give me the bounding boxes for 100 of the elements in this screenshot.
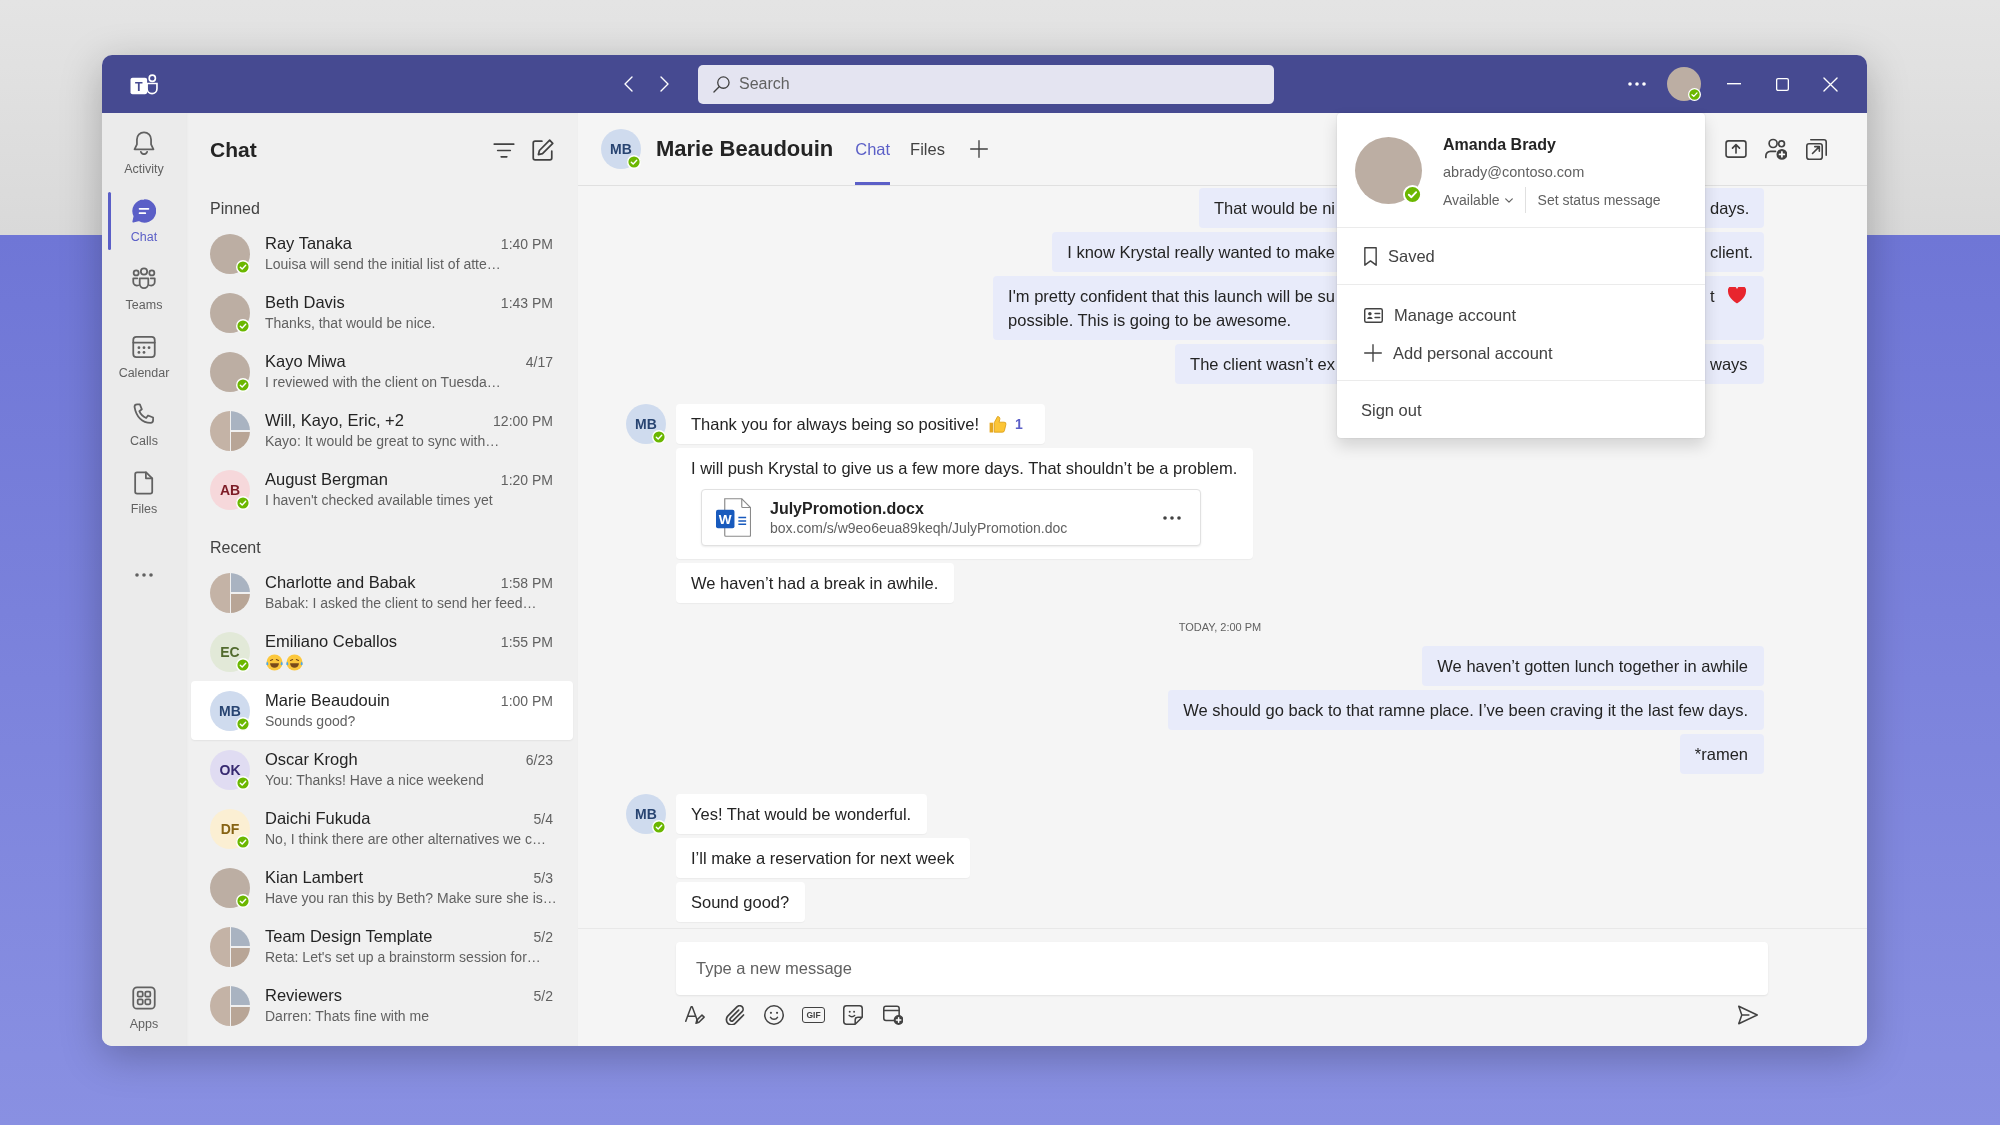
- nav-tab[interactable]: Chat: [102, 190, 186, 258]
- message-text: We haven’t had a break in awhile.: [691, 573, 939, 594]
- chat-list-item[interactable]: AB August Bergman 1:20 PM I haven't checked available times yet: [191, 460, 573, 519]
- maximize-icon: [1775, 77, 1789, 91]
- chat-list-item[interactable]: Reviewers 5/2 Darren: Thats fine with me: [191, 976, 573, 1035]
- avatar-photo-placeholder: [210, 233, 250, 274]
- message-time: 6/23: [525, 751, 553, 770]
- file-attachment-card[interactable]: W JulyPromotion.docx box.com/s/w9eo6eua89keqh/JulyPromotion.doc: [701, 489, 1201, 546]
- app-grid-icon: [132, 986, 156, 1010]
- chat-list-item[interactable]: Kayo Miwa 4/17 I reviewed with the client on Tuesda…: [191, 342, 573, 401]
- tab[interactable]: Chat: [855, 113, 891, 185]
- group-photo-placeholder: [210, 926, 250, 967]
- group-photo-placeholder: [210, 572, 250, 613]
- avatar-photo-placeholder: [210, 351, 250, 392]
- message-preview: Reta: Let's set up a brainstorm session for…: [265, 948, 541, 967]
- nav-tab[interactable]: Files: [102, 462, 186, 530]
- menu-item[interactable]: Sign out: [1337, 391, 1705, 429]
- calendar-add-icon: [882, 1005, 903, 1025]
- bell-icon: [132, 131, 156, 155]
- menu-item[interactable]: Saved: [1337, 237, 1705, 275]
- message-text: That would be ni: [1213, 198, 1335, 219]
- tab[interactable]: Files: [910, 113, 945, 185]
- people-icon: [132, 267, 156, 291]
- message-time: 1:43 PM: [500, 294, 553, 313]
- section-label: Recent: [210, 538, 261, 558]
- set-status-button[interactable]: Set status message: [1537, 192, 1661, 208]
- message-input[interactable]: Type a new message: [676, 942, 1768, 995]
- search-field[interactable]: Search: [698, 64, 1274, 104]
- menu-item[interactable]: Manage account: [1337, 296, 1705, 334]
- message-text: I'm pretty confident that this launch will be su possible. This is going to be awesome.: [1008, 286, 1335, 331]
- menu-item[interactable]: Add personal account: [1337, 334, 1705, 372]
- avatar-photo-placeholder: [210, 292, 250, 333]
- message-time: 12:00 PM: [493, 412, 553, 431]
- document-icon: [132, 471, 156, 495]
- gif-button[interactable]: GIF: [802, 1007, 825, 1023]
- contact-card-icon: [1364, 307, 1383, 323]
- initials-avatar: AB: [210, 469, 250, 510]
- calendar-icon: [132, 335, 156, 359]
- filter-icon: [493, 142, 515, 158]
- message-time: 5/4: [533, 810, 553, 829]
- file-path: box.com/s/w9eo6eua89keqh/JulyPromotion.doc: [770, 519, 1068, 537]
- nav-tab[interactable]: Activity: [102, 122, 186, 190]
- reaction-count: 1: [1015, 415, 1023, 434]
- chat-list-item[interactable]: Ray Tanaka 1:40 PM Louisa will send the initial list of atte…: [191, 224, 573, 283]
- message-text: The client wasn’t ex: [1190, 354, 1335, 375]
- contact-name: Kayo Miwa: [265, 351, 346, 372]
- message-text: Thank you for always being so positive!: [691, 414, 979, 435]
- search-icon: [713, 75, 730, 93]
- group-photo-placeholder: [210, 410, 250, 451]
- message-preview: Sounds good?: [265, 712, 356, 731]
- text-pen-icon: [685, 1005, 705, 1025]
- message-preview: I reviewed with the client on Tuesda…: [265, 373, 501, 392]
- send-icon: [1738, 1005, 1758, 1025]
- contact-name: Marie Beaudouin: [656, 136, 834, 162]
- message-text: We should go back to that ramne place. I’ve been craving it the last few days.: [1183, 701, 1748, 719]
- message-text: days.: [1710, 198, 1750, 219]
- message-time: 4/17: [525, 353, 553, 372]
- nav-tab[interactable]: Calls: [102, 394, 186, 462]
- chat-list-item[interactable]: Charlotte and Babak 1:58 PM Babak: I asked the client to send her feed…: [191, 563, 573, 622]
- app-logo: T: [130, 73, 158, 95]
- contact-name: Beth Davis: [265, 292, 345, 313]
- chevron-left-icon: [623, 76, 633, 92]
- more-icon: [135, 573, 153, 577]
- nav-tab[interactable]: Calendar: [102, 326, 186, 394]
- contact-name: Team Design Template: [265, 926, 433, 947]
- message-text: t: [1710, 286, 1715, 307]
- chat-list-item[interactable]: Team Design Template 5/2 Reta: Let's set up a brainstorm session for…: [191, 917, 573, 976]
- compose-icon: [532, 139, 554, 161]
- message-text: I know Krystal really wanted to make: [1067, 242, 1335, 263]
- status-dropdown[interactable]: Available: [1443, 192, 1513, 208]
- heart-icon: [1727, 287, 1746, 304]
- message-preview: Louisa will send the initial list of atte…: [265, 255, 501, 274]
- initials-avatar: MB: [210, 690, 250, 731]
- contact-name: Oscar Krogh: [265, 749, 358, 770]
- plus-icon: [1364, 344, 1382, 362]
- message-preview: No, I think there are other alternatives we c…: [265, 830, 546, 849]
- paperclip-icon: [724, 1005, 745, 1025]
- chat-list-item[interactable]: MB Marie Beaudouin 1:00 PM Sounds good?: [191, 681, 573, 740]
- avatar-photo-placeholder: [210, 867, 250, 908]
- chat-list-item[interactable]: EC Emiliano Ceballos 1:55 PM: [191, 622, 573, 681]
- plus-icon: [969, 140, 988, 158]
- chat-list-item[interactable]: DF Daichi Fukuda 5/4 No, I think there are other alternatives we c…: [191, 799, 573, 858]
- nav-tab[interactable]: Teams: [102, 258, 186, 326]
- message-time: 5/3: [533, 869, 553, 888]
- chat-bubble-icon: [132, 199, 156, 223]
- nav-tab[interactable]: Apps: [102, 977, 186, 1045]
- chat-list-item[interactable]: Will, Kayo, Eric, +2 12:00 PM Kayo: It would be great to sync with…: [191, 401, 573, 460]
- contact-name: Charlotte and Babak: [265, 572, 416, 593]
- person-add-icon: [1765, 138, 1787, 160]
- message-time: 1:20 PM: [500, 471, 553, 490]
- initials-avatar: MB: [626, 404, 666, 444]
- message-preview: Thanks, that would be nice.: [265, 314, 436, 333]
- timestamp: TODAY, 2:00 PM: [1178, 620, 1262, 634]
- bookmark-icon: [1364, 246, 1377, 266]
- contact-name: Daichi Fukuda: [265, 808, 371, 829]
- contact-name: Reviewers: [265, 985, 343, 1006]
- phone-icon: [132, 403, 156, 427]
- chat-list-item[interactable]: Kian Lambert 5/3 Have you ran this by Beth? Make sure she is…: [191, 858, 573, 917]
- chat-list-item[interactable]: OK Oscar Krogh 6/23 You: Thanks! Have a nice weekend: [191, 740, 573, 799]
- chat-list-item[interactable]: Beth Davis 1:43 PM Thanks, that would be nice.: [191, 283, 573, 342]
